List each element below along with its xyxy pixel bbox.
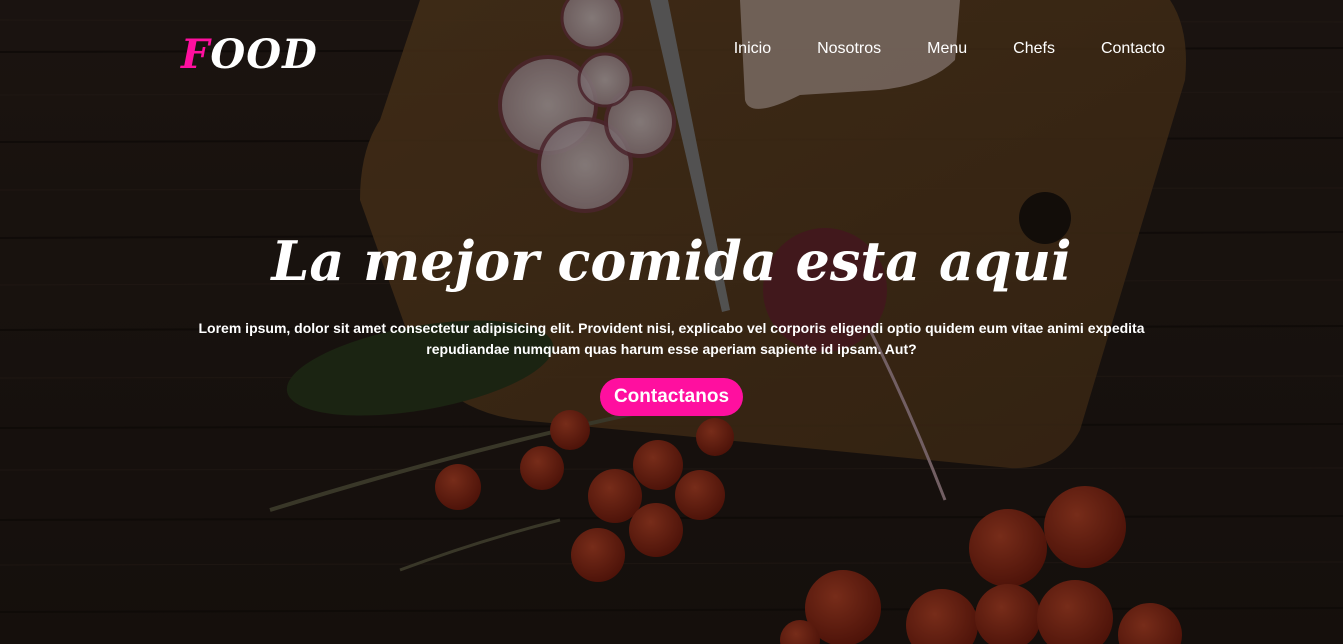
hero-section: FOOD Inicio Nosotros Menu Chefs Contacto…: [0, 0, 1343, 644]
nav-item-nosotros[interactable]: Nosotros: [817, 38, 881, 60]
contact-button[interactable]: Contactanos: [599, 378, 744, 416]
nav-item-inicio[interactable]: Inicio: [734, 38, 771, 60]
nav-item-chefs[interactable]: Chefs: [1013, 38, 1055, 60]
hero-description: Lorem ipsum, dolor sit amet consectetur …: [198, 320, 1145, 357]
hero-content: La mejor comida esta aqui Lorem ipsum, d…: [0, 222, 1343, 416]
logo-text: OOD: [210, 31, 318, 78]
hero-title: La mejor comida esta aqui: [271, 229, 1072, 293]
nav-item-menu[interactable]: Menu: [927, 38, 967, 60]
logo[interactable]: FOOD: [181, 30, 318, 80]
nav-item-contacto[interactable]: Contacto: [1101, 38, 1165, 60]
nav-menu: Inicio Nosotros Menu Chefs Contacto: [688, 38, 1165, 60]
navbar: FOOD Inicio Nosotros Menu Chefs Contacto: [0, 0, 1343, 100]
logo-accent-letter: F: [181, 31, 211, 78]
